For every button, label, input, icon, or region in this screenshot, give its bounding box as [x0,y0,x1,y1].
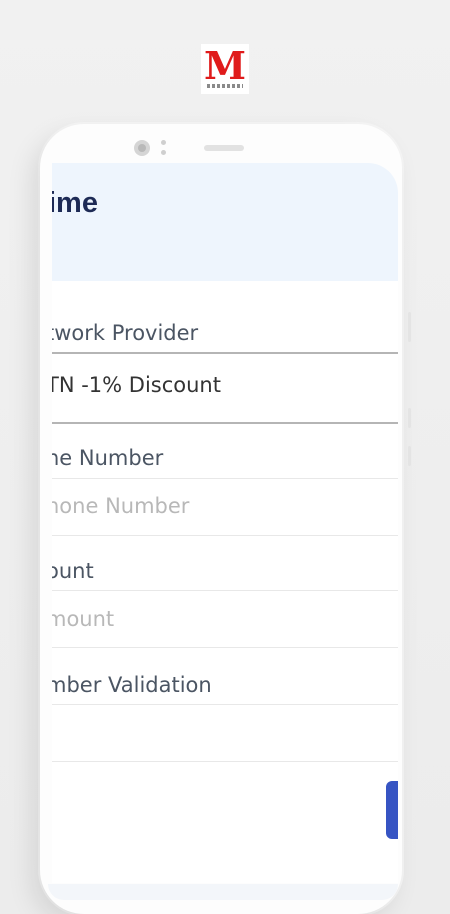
phone-number-label: ne Number [52,446,164,470]
field-divider [52,352,398,354]
phone-side-button [408,408,411,428]
field-underline [52,535,398,536]
network-provider-label: twork Provider [52,321,199,345]
logo-subtext [207,84,243,88]
network-provider-select[interactable]: TN -1% Discount [52,373,221,397]
number-validation-label: mber Validation [52,673,212,697]
logo-letter: M [203,43,247,88]
phone-side-button [408,312,411,342]
field-underline [52,422,398,424]
app-header: ime [52,163,398,281]
phone-side-button [408,446,411,466]
amount-label: ount [52,559,94,583]
submit-button[interactable] [386,781,398,839]
phone-number-input[interactable]: hone Number [52,494,189,518]
app-screen: ime twork Provider TN -1% Discount ne Nu… [52,163,398,883]
field-divider [52,590,398,591]
field-divider [52,704,398,705]
page-title: ime [52,187,98,219]
brand-logo: M [201,44,249,94]
phone-sensor [161,150,166,155]
field-divider [52,478,398,479]
phone-camera [134,140,150,156]
amount-input[interactable]: mount [52,607,114,631]
phone-sensor [161,140,166,145]
phone-speaker [204,145,244,151]
field-underline [52,647,398,648]
phone-bottom-edge [48,884,398,900]
field-underline [52,761,398,762]
